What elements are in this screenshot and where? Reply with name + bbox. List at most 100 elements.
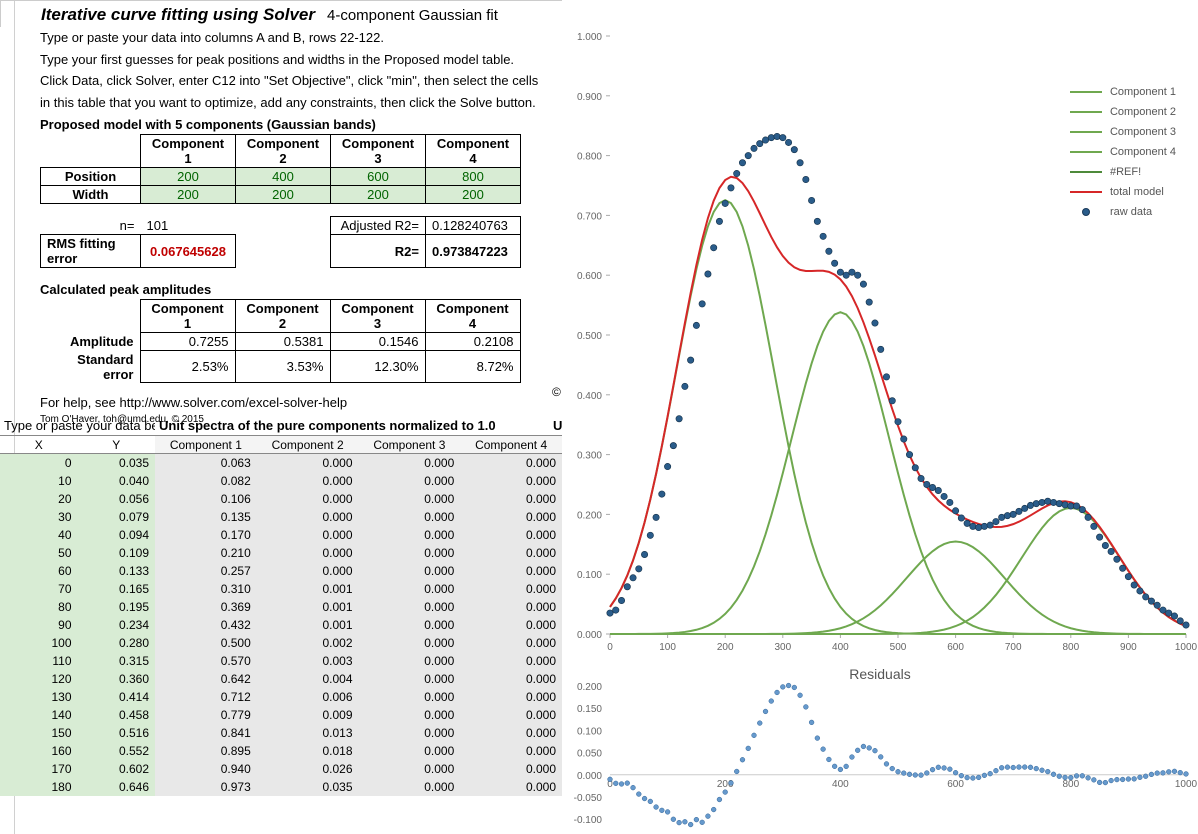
cell[interactable]: 0.712 (155, 688, 257, 706)
cell[interactable]: 0.002 (257, 634, 359, 652)
cell[interactable]: 0.000 (460, 508, 562, 526)
cell[interactable]: 0.500 (155, 634, 257, 652)
main-chart[interactable]: 0.0000.1000.2000.3000.4000.5000.6000.700… (562, 28, 1198, 664)
cell[interactable]: 0.000 (460, 526, 562, 544)
cell[interactable]: 200 (426, 186, 521, 204)
cell[interactable]: 50 (0, 544, 78, 562)
spectra-table[interactable]: Component 1 Component 2 Component 3 Comp… (155, 435, 562, 796)
cell[interactable]: 0.000 (359, 706, 461, 724)
cell[interactable]: 0.000 (257, 544, 359, 562)
residuals-chart[interactable]: Residuals 0.2000.1500.1000.0500.000-0.05… (562, 664, 1198, 834)
cell[interactable]: 0.000 (460, 634, 562, 652)
cell[interactable]: 0.040 (78, 472, 156, 490)
cell[interactable]: 0.973 (155, 778, 257, 796)
cell[interactable]: 0.106 (155, 490, 257, 508)
cell[interactable]: 0.056 (78, 490, 156, 508)
cell[interactable]: 0.035 (257, 778, 359, 796)
cell[interactable]: 0.000 (359, 742, 461, 760)
cell[interactable]: 0.000 (359, 472, 461, 490)
cell[interactable]: 0.135 (155, 508, 257, 526)
xy-table[interactable]: X Y 00.035100.040200.056300.079400.09450… (0, 435, 155, 796)
cell[interactable]: 0.000 (460, 544, 562, 562)
cell[interactable]: 0.000 (359, 562, 461, 580)
cell[interactable]: 0.009 (257, 706, 359, 724)
cell[interactable]: 0.646 (78, 778, 156, 796)
cell[interactable]: 90 (0, 616, 78, 634)
cell[interactable]: 0.000 (359, 454, 461, 472)
cell[interactable]: 110 (0, 652, 78, 670)
cell[interactable]: 0.001 (257, 598, 359, 616)
cell[interactable]: 0.000 (359, 652, 461, 670)
cell[interactable]: 0.000 (460, 724, 562, 742)
cell[interactable]: 0.000 (359, 760, 461, 778)
cell[interactable]: 0.000 (359, 508, 461, 526)
cell[interactable]: 0.210 (155, 544, 257, 562)
cell[interactable]: 0.000 (359, 544, 461, 562)
cell[interactable]: 0.018 (257, 742, 359, 760)
cell[interactable]: 0.000 (460, 580, 562, 598)
cell[interactable]: 0.000 (359, 778, 461, 796)
cell[interactable]: 0.000 (257, 472, 359, 490)
cell[interactable]: 0.000 (460, 778, 562, 796)
cell[interactable]: 180 (0, 778, 78, 796)
cell[interactable]: 0.001 (257, 580, 359, 598)
cell[interactable]: 0.035 (78, 454, 156, 472)
cell[interactable]: 0.841 (155, 724, 257, 742)
cell[interactable]: 0.458 (78, 706, 156, 724)
cell[interactable]: 0.063 (155, 454, 257, 472)
cell[interactable]: 0.000 (359, 526, 461, 544)
cell[interactable]: 0.195 (78, 598, 156, 616)
cell[interactable]: 70 (0, 580, 78, 598)
cell[interactable]: 100 (0, 634, 78, 652)
cell[interactable]: 150 (0, 724, 78, 742)
cell[interactable]: 0.000 (257, 508, 359, 526)
cell[interactable]: 0.000 (257, 562, 359, 580)
cell[interactable]: 170 (0, 760, 78, 778)
cell[interactable]: 0.000 (460, 760, 562, 778)
cell[interactable]: 0.026 (257, 760, 359, 778)
cell[interactable]: 0.516 (78, 724, 156, 742)
cell[interactable]: 0.000 (460, 472, 562, 490)
cell[interactable]: 0.000 (257, 490, 359, 508)
cell[interactable]: 0.000 (359, 580, 461, 598)
cell[interactable]: 200 (331, 186, 426, 204)
cell[interactable]: 0.170 (155, 526, 257, 544)
cell[interactable]: 200 (141, 168, 236, 186)
cell[interactable]: 0.642 (155, 670, 257, 688)
cell[interactable]: 0.000 (359, 634, 461, 652)
cell[interactable]: 200 (236, 186, 331, 204)
cell[interactable]: 0.006 (257, 688, 359, 706)
cell[interactable]: 0.000 (460, 562, 562, 580)
cell[interactable]: 0.094 (78, 526, 156, 544)
cell[interactable]: 40 (0, 526, 78, 544)
cell[interactable]: 0.234 (78, 616, 156, 634)
cell[interactable]: 0.013 (257, 724, 359, 742)
cell[interactable]: 0.310 (155, 580, 257, 598)
cell[interactable]: 0.000 (359, 724, 461, 742)
cell[interactable]: 0.000 (359, 616, 461, 634)
cell[interactable]: 0.779 (155, 706, 257, 724)
cell[interactable]: 30 (0, 508, 78, 526)
cell[interactable]: 0.079 (78, 508, 156, 526)
cell[interactable]: 10 (0, 472, 78, 490)
cell[interactable]: 0.414 (78, 688, 156, 706)
cell[interactable]: 160 (0, 742, 78, 760)
cell[interactable]: 0.004 (257, 670, 359, 688)
cell[interactable]: 0.082 (155, 472, 257, 490)
cell[interactable]: 0.109 (78, 544, 156, 562)
cell[interactable]: 20 (0, 490, 78, 508)
cell[interactable]: 130 (0, 688, 78, 706)
cell[interactable]: 0.369 (155, 598, 257, 616)
cell[interactable]: 0.000 (460, 490, 562, 508)
cell[interactable]: 0.000 (460, 706, 562, 724)
cell[interactable]: 80 (0, 598, 78, 616)
cell[interactable]: 0.000 (359, 490, 461, 508)
cell[interactable]: 60 (0, 562, 78, 580)
cell[interactable]: 0.602 (78, 760, 156, 778)
cell[interactable]: 120 (0, 670, 78, 688)
cell[interactable]: 0.000 (257, 454, 359, 472)
cell[interactable]: 400 (236, 168, 331, 186)
proposed-model-table[interactable]: Component 1 Component 2 Component 3 Comp… (40, 134, 521, 204)
cell[interactable]: 0.570 (155, 652, 257, 670)
cell[interactable]: 0.360 (78, 670, 156, 688)
